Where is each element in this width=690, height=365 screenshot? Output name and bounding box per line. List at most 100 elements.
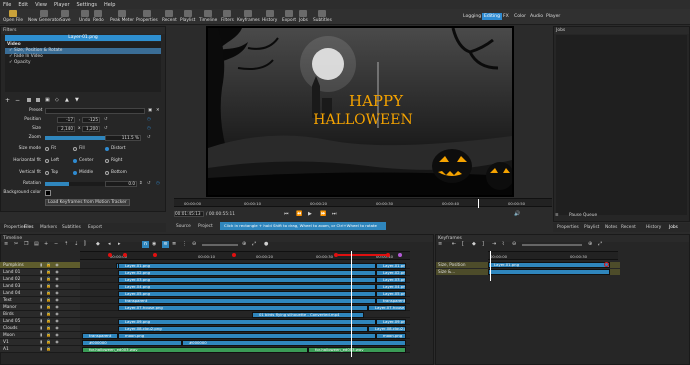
remove-icon[interactable]: − <box>54 241 58 247</box>
keyframes-zoom-slider[interactable] <box>522 244 582 246</box>
h-fit-center-radio[interactable] <box>73 159 77 163</box>
zoom-fit-icon[interactable]: ⤢ <box>252 241 256 247</box>
timeline-clip[interactable]: Layer-08-clou2.png <box>368 325 406 332</box>
timeline-marker[interactable] <box>108 253 112 257</box>
size-mode-fit-radio[interactable] <box>45 147 49 151</box>
timeline-clip[interactable]: Layer-07-house.png <box>368 304 406 311</box>
reset-icon[interactable]: ↺ <box>104 117 108 122</box>
video-viewer[interactable]: HAPPY HALLOWEEN <box>206 26 514 197</box>
spin-arrows-icon[interactable]: ⇕ <box>139 181 143 186</box>
overwrite-icon[interactable]: ⇣ <box>74 241 78 247</box>
size-width-input[interactable]: 2,140 <box>57 126 75 132</box>
timeline-clip[interactable]: Layer-09.png <box>376 318 406 325</box>
lock-icon[interactable]: 🔒 <box>46 262 51 269</box>
mute-icon[interactable]: ▮ <box>40 339 42 346</box>
jobs-menu-icon[interactable]: ≡ <box>555 213 559 218</box>
tab-playlist[interactable]: Playlist <box>584 225 599 230</box>
timeline-clip[interactable]: Layer-03.png <box>376 276 406 283</box>
mute-icon[interactable]: ▮ <box>40 276 42 283</box>
timeline-clip[interactable]: moon.png <box>118 332 376 339</box>
lift-icon[interactable]: ⇡ <box>64 241 68 247</box>
save-button[interactable]: Save <box>60 9 71 25</box>
lock-icon[interactable]: 🔒 <box>46 318 51 325</box>
menu-view[interactable]: View <box>35 2 47 8</box>
prev-marker-icon[interactable]: ◂ <box>108 241 111 247</box>
h-fit-right-radio[interactable] <box>105 159 109 163</box>
open-file-button[interactable]: Open File <box>3 9 23 25</box>
mute-icon[interactable]: ▮ <box>40 332 42 339</box>
keyframe-clip[interactable]: Layer-01.png <box>488 262 610 268</box>
paste-icon[interactable]: ▤ <box>34 241 39 247</box>
timeline-clip[interactable]: #000000 <box>82 339 182 346</box>
playlist-button[interactable]: Playlist <box>180 9 195 25</box>
timecode-position[interactable]: 00:01:45:13 <box>174 211 204 217</box>
hide-icon[interactable]: ◉ <box>55 290 59 297</box>
tab-jobs[interactable]: Jobs <box>669 225 678 230</box>
timeline-clip[interactable]: Layer-01.png <box>376 262 406 269</box>
timeline-playhead[interactable] <box>351 251 352 357</box>
ripple-markers-icon[interactable]: ⋮ <box>182 241 187 247</box>
hide-icon[interactable]: ◉ <box>55 304 59 311</box>
save-preset-button[interactable]: ▣ <box>148 108 152 113</box>
rewind-icon[interactable]: ⏪ <box>296 211 302 217</box>
mute-icon[interactable]: ▮ <box>40 283 42 290</box>
zoom-input[interactable]: 111.5 % <box>105 135 141 141</box>
timeline-clip[interactable]: for-halloween_ed003.wav <box>308 346 406 353</box>
add-keyframe-icon[interactable]: ◆ <box>472 241 476 247</box>
zoom-in-icon[interactable]: ⊕ <box>588 241 592 247</box>
timeline-clip[interactable]: Layer-03.png <box>118 276 376 283</box>
copy-icon[interactable]: ❐ <box>24 241 28 247</box>
mute-icon[interactable]: ▮ <box>40 311 42 318</box>
zoom-in-icon[interactable]: ⊕ <box>242 241 246 247</box>
preset-select[interactable] <box>45 108 145 114</box>
tab-history[interactable]: History <box>646 225 661 230</box>
v-fit-top-radio[interactable] <box>45 171 49 175</box>
timeline-clip[interactable]: Layer-04.png <box>376 283 406 290</box>
timeline-clip[interactable]: Layer-05.png <box>118 290 376 297</box>
cut-icon[interactable]: ✂ <box>14 241 18 247</box>
peak-meter-button[interactable]: Peak Meter <box>110 9 134 25</box>
tab-properties[interactable]: Properties <box>4 225 26 230</box>
timeline-marker[interactable] <box>153 253 157 257</box>
keyframes-menu-icon[interactable]: ≡ <box>438 241 442 247</box>
hide-icon[interactable]: ◉ <box>55 262 59 269</box>
mute-icon[interactable]: ▮ <box>40 269 42 276</box>
mute-icon[interactable]: ▮ <box>40 325 42 332</box>
tab-source[interactable]: Source <box>176 224 191 229</box>
zoom-out-icon[interactable]: ⊖ <box>192 241 196 247</box>
volume-icon[interactable]: 🔊 <box>514 211 520 217</box>
timeline-clip[interactable]: transparent <box>118 297 376 304</box>
lock-icon[interactable]: 🔒 <box>46 304 51 311</box>
timeline-clip[interactable]: Layer-07-house.png <box>118 304 368 311</box>
mute-icon[interactable]: ▮ <box>40 304 42 311</box>
hide-icon[interactable]: ◉ <box>55 269 59 276</box>
keyframes-button[interactable]: Keyframes <box>237 9 260 25</box>
marker-icon[interactable]: ◆ <box>96 241 100 247</box>
lock-icon[interactable]: 🔒 <box>46 325 51 332</box>
timeline-button[interactable]: Timeline <box>199 9 217 25</box>
keyframe-position-icon[interactable]: ◷ <box>147 117 151 122</box>
add-filter-icon[interactable]: + <box>5 97 10 104</box>
keyframe-rotation-icon[interactable]: ◷ <box>156 181 160 186</box>
timeline-clip[interactable]: Layer-02.png <box>376 269 406 276</box>
lock-icon[interactable]: 🔒 <box>46 283 51 290</box>
zoom-out-icon[interactable]: ⊖ <box>512 241 516 247</box>
keyframe-lane[interactable] <box>488 269 610 275</box>
lock-icon[interactable]: 🔒 <box>46 290 51 297</box>
move-down-icon[interactable]: ▼ <box>75 97 79 103</box>
hide-icon[interactable]: ◉ <box>55 332 59 339</box>
ripple-all-icon[interactable]: ≣ <box>172 241 176 247</box>
tab-notes[interactable]: Notes <box>605 225 617 230</box>
menu-edit[interactable]: Edit <box>18 2 28 8</box>
copy-filter-icon[interactable] <box>27 98 31 102</box>
mute-icon[interactable]: ▮ <box>40 318 42 325</box>
load-keyframes-button[interactable]: Load Keyframes from Motion Tracker <box>45 199 130 206</box>
tab-markers[interactable]: Markers <box>40 225 57 230</box>
timeline-clip[interactable]: Layer-01.png <box>118 262 376 269</box>
skip-start-icon[interactable]: ⏮ <box>284 211 289 217</box>
tab-files[interactable]: Files <box>24 225 33 230</box>
keyframe-size-icon[interactable]: ◷ <box>147 126 151 131</box>
timeline-clip[interactable]: Layer-08-clou2.png <box>118 325 368 332</box>
undo-button[interactable]: Undo <box>79 9 90 25</box>
lock-icon[interactable]: 🔒 <box>46 332 51 339</box>
